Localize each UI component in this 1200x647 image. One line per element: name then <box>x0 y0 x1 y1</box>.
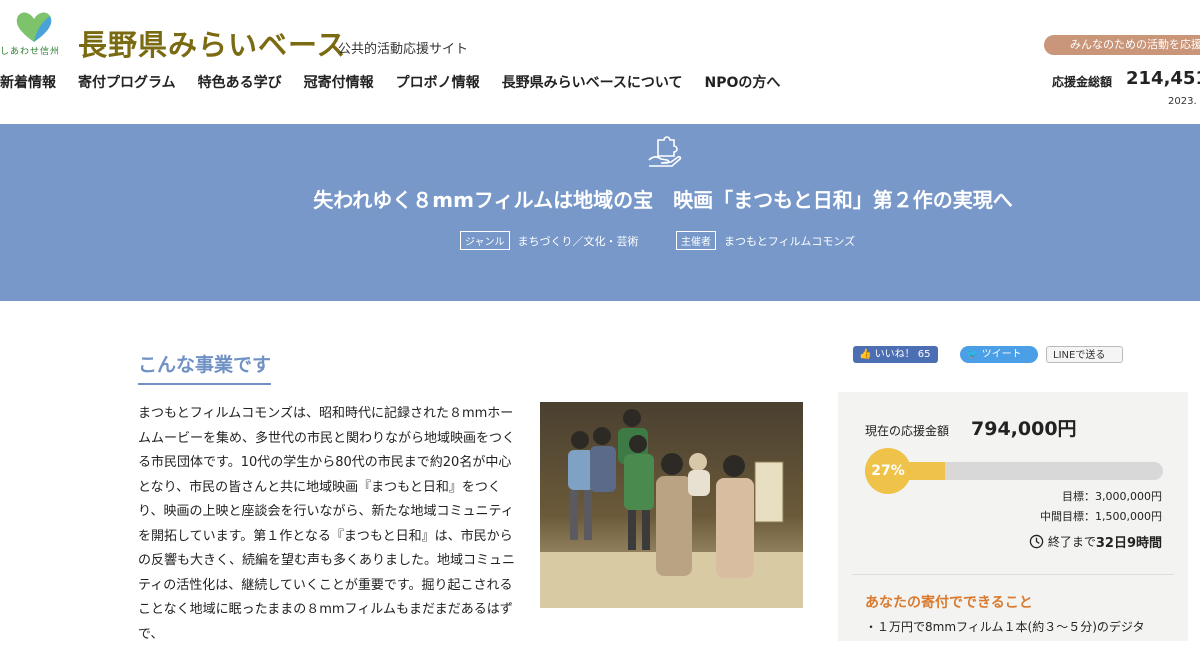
site-tagline: 公共的活動応援サイト <box>338 42 469 57</box>
heart-leaf-logo-icon[interactable] <box>14 10 54 44</box>
organizer-tag: 主催者 <box>676 231 716 250</box>
section-heading: こんな事業です <box>138 350 272 385</box>
support-activity-button[interactable]: みんなのための活動を応援 <box>1044 35 1200 55</box>
project-photo <box>540 402 803 608</box>
nav-news[interactable]: 新着情報 <box>0 72 56 92</box>
main-nav: 新着情報 寄付プログラム 特色ある学び 冠寄付情報 プロボノ情報 長野県みらいベ… <box>0 72 802 92</box>
total-support-label: 応援金総額 <box>1052 75 1113 89</box>
current-amount-value: 794,000円 <box>971 418 1077 440</box>
nav-probono[interactable]: プロボノ情報 <box>396 72 480 92</box>
nav-special-learning[interactable]: 特色ある学び <box>198 72 282 92</box>
donation-impact-item: ・１万円で8mmフィルム１本(約３〜５分)のデジタ <box>865 620 1145 634</box>
project-description: まつもとフィルムコモンズは、昭和時代に記録された８mmホームムービーを集め、多世… <box>138 406 516 642</box>
genre-value[interactable]: まちづくり／文化・芸術 <box>518 233 639 249</box>
facebook-like-button[interactable]: 👍 いいね！ 65 <box>853 346 938 363</box>
time-remaining-value: 32日9時間 <box>1095 536 1162 551</box>
genre-tag: ジャンル <box>460 231 510 250</box>
project-title: 失われゆく８mmフィルムは地域の宝 映画「まつもと日和」第２作の実現へ <box>313 188 1013 212</box>
organizer-value[interactable]: まつもとフィルムコモンズ <box>724 233 855 249</box>
sidebar-divider <box>852 574 1174 575</box>
project-hero: 失われゆく８mmフィルムは地域の宝 映画「まつもと日和」第２作の実現へ ジャンル… <box>0 124 1200 301</box>
clock-icon <box>1029 534 1044 549</box>
current-amount-label: 現在の応援金額 <box>865 424 950 438</box>
nav-crown-donation[interactable]: 冠寄付情報 <box>304 72 374 92</box>
site-header: しあわせ信州 長野県みらいベース 公共的活動応援サイト 新着情報 寄付プログラム… <box>0 0 1200 124</box>
nav-about[interactable]: 長野県みらいベースについて <box>502 72 683 92</box>
goal-amount: 目標：3,000,000円 <box>1062 490 1162 503</box>
twitter-tweet-button[interactable]: 🐦 ツイート <box>960 346 1038 363</box>
nav-npo[interactable]: NPOの方へ <box>704 72 780 92</box>
organizer-meta: 主催者 まつもとフィルムコモンズ <box>676 231 855 250</box>
logo-subtitle: しあわせ信州 <box>0 47 61 57</box>
puzzle-hand-icon <box>648 136 682 167</box>
total-support-date: 2023. <box>1168 96 1197 107</box>
nav-donation-program[interactable]: 寄付プログラム <box>78 72 176 92</box>
time-remaining-prefix: 終了まで <box>1047 535 1096 549</box>
funding-sidebar: 現在の応援金額 794,000円 27% 目標：3,000,000円 中間目標：… <box>838 392 1188 641</box>
genre-meta: ジャンル まちづくり／文化・芸術 <box>460 231 639 250</box>
donation-impact-title: あなたの寄付でできること <box>865 595 1033 611</box>
mid-goal-amount: 中間目標：1,500,000円 <box>1040 510 1162 523</box>
time-remaining: 終了まで 32日9時間 <box>1029 532 1162 551</box>
total-support-value: 214,451 <box>1126 68 1200 89</box>
line-share-button[interactable]: LINEで送る <box>1046 346 1123 363</box>
site-title[interactable]: 長野県みらいベース <box>78 22 347 64</box>
funding-progress-badge: 27% <box>865 448 911 494</box>
